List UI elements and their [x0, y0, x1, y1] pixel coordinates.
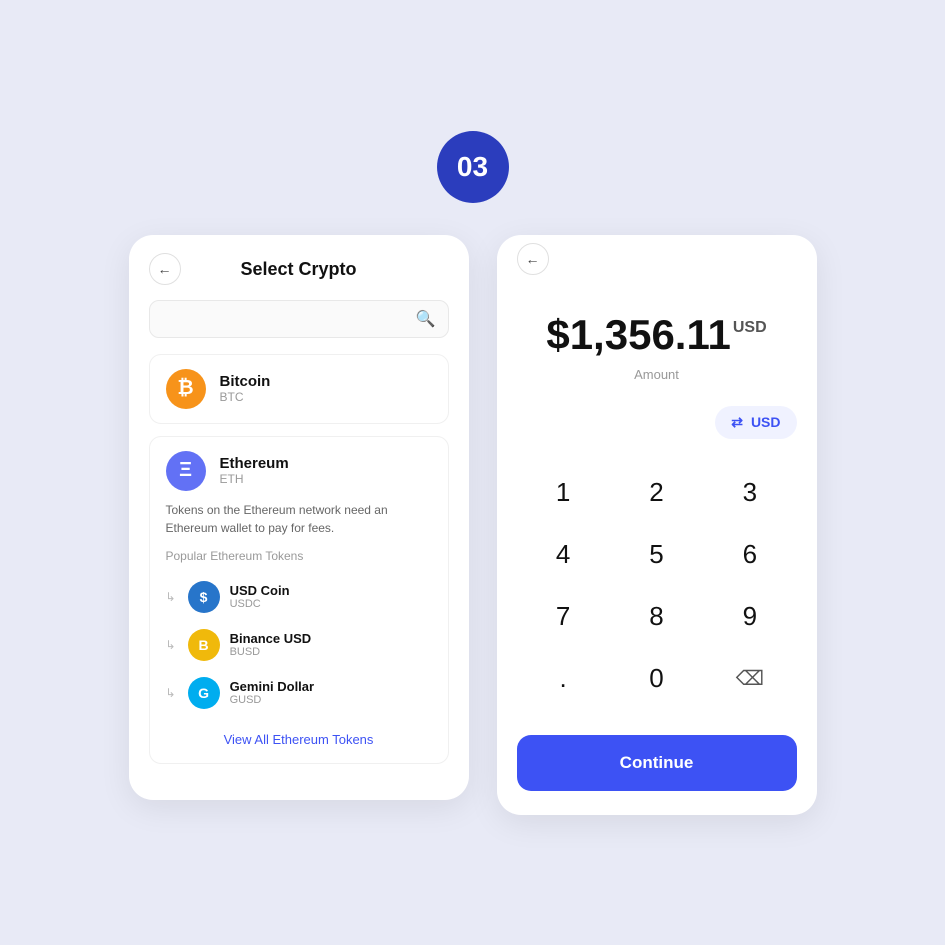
- busd-symbol: BUSD: [230, 646, 312, 658]
- popular-label: Popular Ethereum Tokens: [166, 549, 432, 563]
- ethereum-section: Ξ Ethereum ETH Tokens on the Ethereum ne…: [149, 436, 449, 764]
- gusd-name: Gemini Dollar: [230, 679, 315, 694]
- panel-header: ← Select Crypto: [149, 259, 449, 280]
- gusd-symbol: GUSD: [230, 694, 315, 706]
- currency-toggle-button[interactable]: ⇄ USD: [715, 406, 796, 439]
- numpad-key-2[interactable]: 2: [610, 463, 703, 523]
- numpad: 123 456 789.0⌫: [517, 463, 797, 711]
- search-bar[interactable]: 🔍: [149, 300, 449, 338]
- numpad-key-backspace[interactable]: ⌫: [703, 649, 796, 709]
- numpad-key-8[interactable]: 8: [610, 587, 703, 647]
- swap-icon: ⇄: [731, 414, 743, 431]
- numpad-key-4[interactable]: 4: [517, 525, 610, 585]
- back-button-right[interactable]: ←: [517, 243, 549, 275]
- gusd-icon: G: [188, 677, 220, 709]
- bitcoin-symbol: BTC: [220, 390, 271, 404]
- amount-panel: ← $1,356.11USD Amount ⇄ USD 123456789.0⌫…: [497, 235, 817, 815]
- busd-info: Binance USD BUSD: [230, 631, 312, 658]
- search-input[interactable]: [162, 311, 416, 327]
- step-number: 03: [457, 151, 488, 183]
- numpad-key-0[interactable]: 0: [610, 649, 703, 709]
- search-icon: 🔍: [416, 309, 436, 329]
- busd-name: Binance USD: [230, 631, 312, 646]
- ethereum-name: Ethereum: [220, 455, 289, 472]
- gusd-info: Gemini Dollar GUSD: [230, 679, 315, 706]
- ethereum-description: Tokens on the Ethereum network need an E…: [166, 501, 432, 537]
- gusd-token-item[interactable]: ↳ G Gemini Dollar GUSD: [166, 669, 432, 717]
- numpad-key-6[interactable]: 6: [703, 525, 796, 585]
- amount-display: $1,356.11USD: [546, 311, 766, 359]
- token-arrow-busd: ↳: [166, 638, 176, 652]
- amount-currency: USD: [733, 319, 767, 337]
- usdc-symbol: USDC: [230, 598, 290, 610]
- currency-toggle: ⇄ USD: [517, 406, 797, 439]
- currency-btn-label: USD: [751, 414, 781, 430]
- bitcoin-info: Bitcoin BTC: [220, 373, 271, 404]
- select-crypto-panel: ← Select Crypto 🔍 ₿ Bitcoin BTC Ξ: [129, 235, 469, 800]
- token-arrow-usdc: ↳: [166, 590, 176, 604]
- bitcoin-item[interactable]: ₿ Bitcoin BTC: [149, 354, 449, 424]
- view-all-link[interactable]: View All Ethereum Tokens: [166, 731, 432, 749]
- view-all-anchor[interactable]: View All Ethereum Tokens: [224, 732, 374, 747]
- numpad-key-5[interactable]: 5: [610, 525, 703, 585]
- usdc-name: USD Coin: [230, 583, 290, 598]
- usdc-info: USD Coin USDC: [230, 583, 290, 610]
- amount-label: Amount: [517, 367, 797, 382]
- bitcoin-icon: ₿: [166, 369, 206, 409]
- step-badge: 03: [437, 131, 509, 203]
- numpad-key-9[interactable]: 9: [703, 587, 796, 647]
- token-arrow-gusd: ↳: [166, 686, 176, 700]
- numpad-key-7[interactable]: 7: [517, 587, 610, 647]
- ethereum-symbol: ETH: [220, 472, 289, 486]
- busd-token-item[interactable]: ↳ B Binance USD BUSD: [166, 621, 432, 669]
- numpad-key-3[interactable]: 3: [703, 463, 796, 523]
- numpad-key-dot[interactable]: .: [517, 649, 610, 709]
- ethereum-header[interactable]: Ξ Ethereum ETH: [166, 451, 432, 491]
- amount-section: $1,356.11USD: [517, 311, 797, 359]
- back-button-left[interactable]: ←: [149, 253, 181, 285]
- usdc-icon: $: [188, 581, 220, 613]
- amount-value: $1,356.11: [546, 311, 731, 359]
- numpad-key-1[interactable]: 1: [517, 463, 610, 523]
- bitcoin-name: Bitcoin: [220, 373, 271, 390]
- panel-title: Select Crypto: [240, 259, 356, 280]
- busd-icon: B: [188, 629, 220, 661]
- ethereum-info: Ethereum ETH: [220, 455, 289, 486]
- continue-button[interactable]: Continue: [517, 735, 797, 791]
- panels-container: ← Select Crypto 🔍 ₿ Bitcoin BTC Ξ: [129, 235, 817, 815]
- usdc-token-item[interactable]: ↳ $ USD Coin USDC: [166, 573, 432, 621]
- ethereum-icon: Ξ: [166, 451, 206, 491]
